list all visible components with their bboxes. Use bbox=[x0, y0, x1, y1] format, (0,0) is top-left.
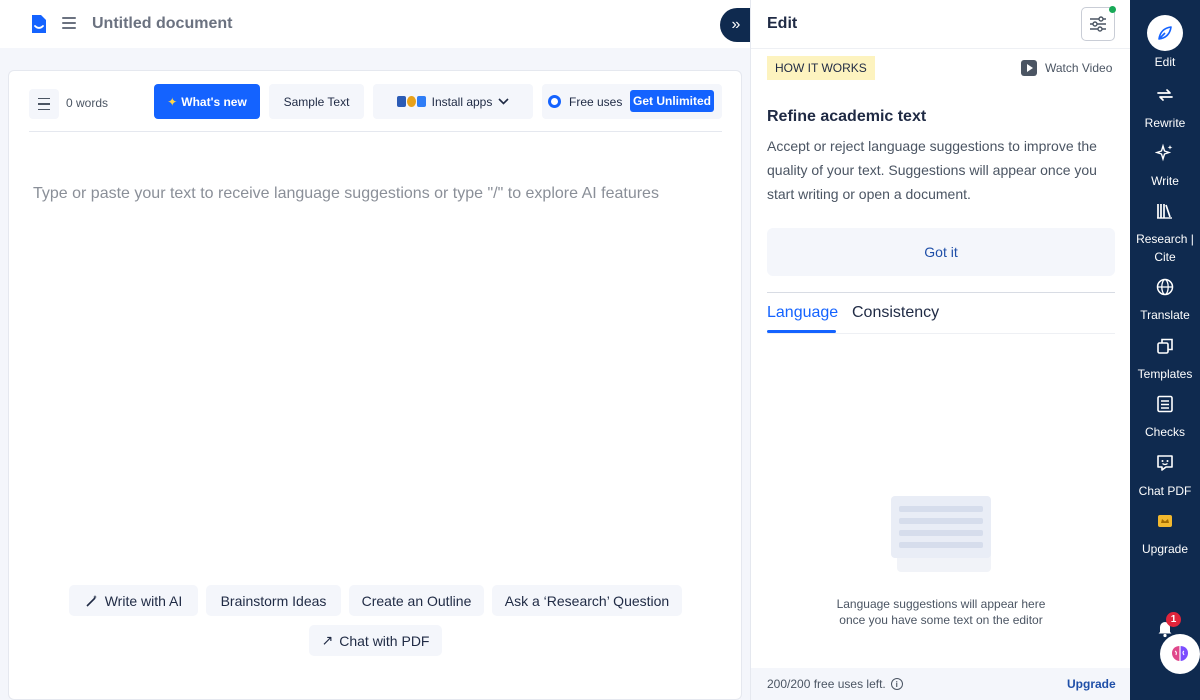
repeat-icon bbox=[1147, 78, 1183, 112]
upgrade-link[interactable]: Upgrade bbox=[1067, 677, 1116, 691]
menu-icon[interactable] bbox=[62, 17, 76, 29]
editor-toolbar: 0 words ✦ What's new Sample Text Install… bbox=[29, 83, 722, 132]
rail-label-research: Research | bbox=[1136, 232, 1194, 246]
checklist-icon bbox=[1147, 387, 1183, 421]
watch-video-link[interactable]: Watch Video bbox=[1021, 60, 1112, 76]
create-outline-chip[interactable]: Create an Outline bbox=[349, 585, 484, 616]
brain-icon bbox=[1172, 646, 1188, 661]
chevron-down-icon bbox=[498, 98, 509, 105]
ai-assistant-button[interactable] bbox=[1160, 634, 1200, 674]
rail-label-cite: Cite bbox=[1154, 250, 1176, 264]
editor-card: 0 words ✦ What's new Sample Text Install… bbox=[8, 70, 742, 700]
rail-item-edit[interactable]: Edit bbox=[1130, 15, 1200, 71]
rail-label-chat-pdf: Chat PDF bbox=[1138, 484, 1192, 498]
watch-video-label: Watch Video bbox=[1045, 61, 1113, 75]
sliders-icon bbox=[1090, 16, 1106, 32]
office-apps-icon bbox=[396, 96, 426, 107]
tab-consistency[interactable]: Consistency bbox=[852, 304, 939, 322]
empty-state-line-2: once you have some text on the editor bbox=[839, 613, 1043, 627]
sparkles-icon bbox=[1147, 136, 1183, 170]
rail-item-upgrade[interactable]: Upgrade bbox=[1130, 504, 1200, 558]
rail-item-checks[interactable]: Checks bbox=[1130, 387, 1200, 441]
pen-nib-icon bbox=[1147, 15, 1183, 51]
collapse-panel-button[interactable]: » bbox=[720, 8, 752, 42]
panel-footer: 200/200 free uses left. i Upgrade bbox=[751, 668, 1131, 700]
section-divider bbox=[767, 292, 1115, 293]
install-apps-dropdown[interactable]: Install apps bbox=[373, 84, 533, 119]
rail-item-research-cite[interactable]: Research | Cite bbox=[1130, 194, 1200, 266]
magic-wand-icon bbox=[86, 594, 97, 607]
play-icon bbox=[1021, 60, 1037, 76]
rail-item-chat-pdf[interactable]: Chat PDF bbox=[1130, 446, 1200, 500]
brainstorm-ideas-chip[interactable]: Brainstorm Ideas bbox=[206, 585, 341, 616]
rail-label-edit: Edit bbox=[1154, 55, 1176, 69]
refine-title: Refine academic text bbox=[767, 108, 927, 125]
how-it-works-badge: HOW IT WORKS bbox=[767, 56, 875, 80]
whats-new-label: What's new bbox=[181, 94, 247, 109]
rail-label-rewrite: Rewrite bbox=[1144, 116, 1186, 130]
status-dot bbox=[1109, 6, 1116, 13]
info-icon[interactable]: i bbox=[890, 678, 903, 690]
edit-panel: Edit HOW IT WORKS Watch Video Refine aca… bbox=[750, 0, 1131, 700]
whats-new-button[interactable]: ✦ What's new bbox=[154, 84, 260, 119]
empty-state-message: Language suggestions will appear here on… bbox=[791, 596, 1091, 628]
top-bar: Untitled document bbox=[0, 0, 750, 48]
ask-research-question-chip[interactable]: Ask a ‘Research’ Question bbox=[492, 585, 682, 616]
word-count: 0 words bbox=[66, 96, 109, 110]
write-with-ai-chip[interactable]: Write with AI bbox=[69, 585, 198, 616]
panel-divider bbox=[751, 48, 1131, 49]
double-chevron-right-icon: » bbox=[731, 16, 741, 33]
chat-icon bbox=[1147, 446, 1183, 480]
rail-item-write[interactable]: Write bbox=[1130, 136, 1200, 190]
rail-label-checks: Checks bbox=[1144, 425, 1185, 439]
rail-label-upgrade: Upgrade bbox=[1141, 542, 1189, 556]
free-uses-label: Free uses bbox=[569, 95, 623, 109]
arrow-up-right-icon: ↗ bbox=[321, 632, 334, 648]
settings-button[interactable] bbox=[1081, 6, 1116, 41]
rail-item-rewrite[interactable]: Rewrite bbox=[1130, 78, 1200, 132]
rail-label-templates: Templates bbox=[1137, 367, 1193, 381]
app-logo-icon[interactable] bbox=[30, 14, 48, 34]
empty-document-illustration-icon bbox=[891, 496, 991, 572]
outline-list-icon[interactable] bbox=[29, 89, 59, 119]
refine-description: Accept or reject language suggestions to… bbox=[767, 138, 1097, 202]
free-uses-box: Free uses Get Unlimited bbox=[542, 84, 722, 119]
crown-icon bbox=[1147, 504, 1183, 538]
get-unlimited-button[interactable]: Get Unlimited bbox=[630, 90, 714, 112]
books-icon bbox=[1147, 194, 1183, 228]
got-it-button[interactable]: Got it bbox=[767, 228, 1115, 276]
chat-with-pdf-label: Chat with PDF bbox=[339, 632, 430, 649]
tab-divider bbox=[767, 333, 1115, 334]
free-uses-left-label: 200/200 free uses left. bbox=[767, 677, 886, 691]
install-apps-label: Install apps bbox=[431, 94, 493, 109]
sparkle-icon: ✦ bbox=[167, 94, 178, 109]
rail-label-write: Write bbox=[1151, 174, 1179, 188]
empty-state-line-1: Language suggestions will appear here bbox=[836, 597, 1046, 611]
rail-item-templates[interactable]: Templates bbox=[1130, 329, 1200, 383]
sample-text-button[interactable]: Sample Text bbox=[269, 84, 364, 119]
document-title[interactable]: Untitled document bbox=[92, 15, 232, 33]
globe-icon bbox=[1147, 270, 1183, 304]
right-rail: Edit Rewrite Write Research | Cite Trans… bbox=[1130, 0, 1200, 700]
panel-title: Edit bbox=[767, 15, 798, 32]
notification-badge: 1 bbox=[1166, 612, 1181, 627]
editor-placeholder[interactable]: Type or paste your text to receive langu… bbox=[33, 185, 659, 203]
rail-label-translate: Translate bbox=[1140, 308, 1190, 322]
rail-item-translate[interactable]: Translate bbox=[1130, 270, 1200, 324]
tab-language[interactable]: Language bbox=[767, 304, 838, 322]
free-uses-radio[interactable] bbox=[548, 95, 561, 108]
chat-with-pdf-chip[interactable]: ↗ Chat with PDF bbox=[309, 625, 442, 656]
write-with-ai-label: Write with AI bbox=[104, 592, 183, 609]
copy-icon bbox=[1147, 329, 1183, 363]
free-uses-left: 200/200 free uses left. i bbox=[767, 677, 903, 691]
